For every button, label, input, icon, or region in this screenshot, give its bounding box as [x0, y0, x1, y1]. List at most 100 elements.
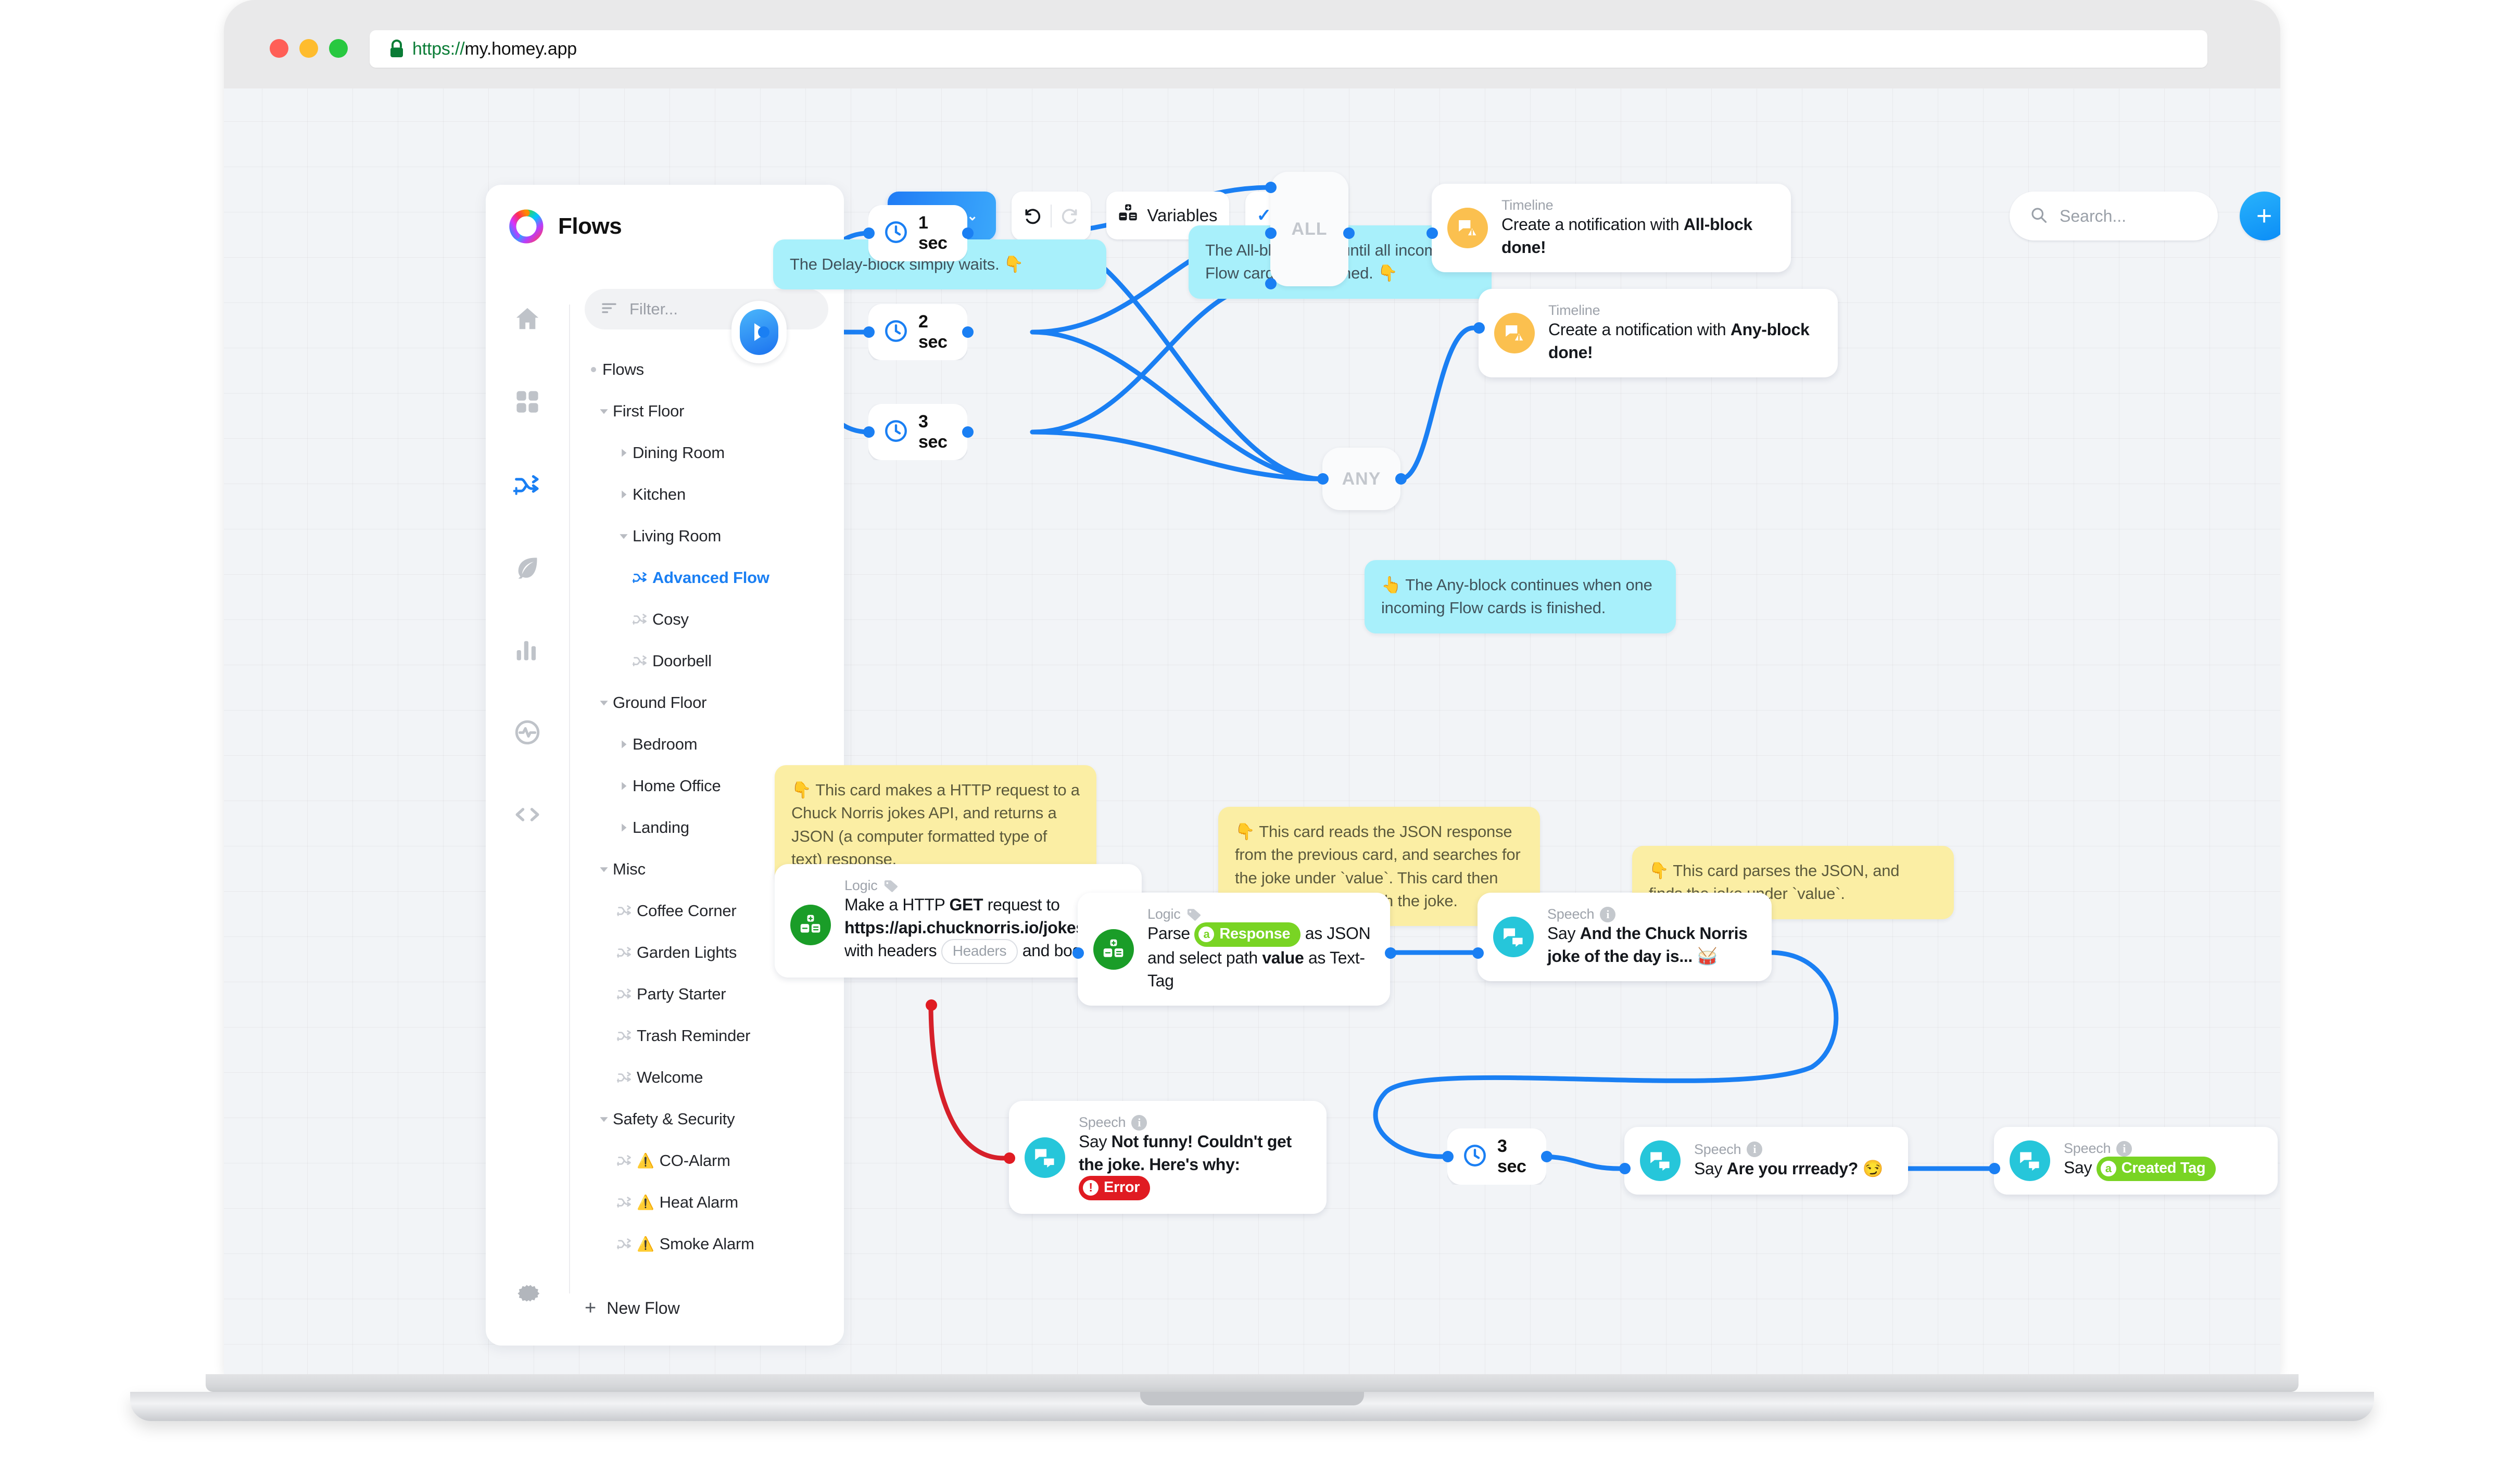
chevron-down-icon[interactable]	[595, 404, 613, 418]
sidebar-item-label: Flows	[602, 360, 644, 378]
flow-card-speech-ready[interactable]: Speech i Say Are you rrready? 😏	[1624, 1127, 1908, 1195]
card-text: Create a notification with Any-block don…	[1548, 320, 1810, 362]
search-placeholder: Search...	[2060, 206, 2127, 225]
chevron-right-icon[interactable]	[615, 446, 633, 460]
info-icon[interactable]: i	[2116, 1140, 2132, 1157]
sidebar-item-pulse[interactable]	[511, 716, 544, 749]
check-icon: ✓	[1256, 206, 1272, 225]
card-type-label: Timeline	[1548, 302, 1600, 318]
sidebar-item-devices[interactable]	[511, 385, 544, 418]
flow-start-node[interactable]	[731, 301, 787, 363]
chevron-right-icon[interactable]	[615, 821, 633, 834]
sidebar-item-dining-room[interactable]: Dining Room	[585, 432, 844, 474]
sidebar-item-co-alarm[interactable]: ⚠️ CO-Alarm	[585, 1140, 844, 1182]
card-text: Create a notification with All-block don…	[1501, 215, 1752, 257]
chevron-down-icon[interactable]	[615, 529, 633, 543]
sidebar-item-label: Bedroom	[633, 735, 698, 753]
sidebar-item-party-starter[interactable]: Party Starter	[585, 973, 844, 1015]
undo-button[interactable]	[1015, 206, 1051, 226]
flow-icon	[615, 985, 637, 1003]
flow-card-speech-error[interactable]: Speech i Say Not funny! Couldn't get the …	[1009, 1101, 1327, 1214]
homey-ring-logo	[509, 209, 544, 244]
sidebar-item-first-floor[interactable]: First Floor	[585, 390, 844, 432]
search-icon	[2029, 206, 2048, 227]
info-icon[interactable]: i	[1747, 1141, 1763, 1158]
sidebar-item-welcome[interactable]: Welcome	[585, 1057, 844, 1098]
flow-card-timeline-all[interactable]: Timeline Create a notification with All-…	[1432, 184, 1791, 273]
sidebar-item-doorbell[interactable]: Doorbell	[585, 640, 844, 682]
delay-card-2sec[interactable]: 2 sec	[868, 304, 967, 360]
sidebar-item-code[interactable]	[511, 798, 544, 831]
argument-chip-headers[interactable]: Headers	[941, 939, 1018, 965]
window-close-button[interactable]	[270, 39, 288, 58]
speech-icon	[1493, 917, 1534, 958]
chevron-right-icon[interactable]	[615, 779, 633, 793]
variables-button[interactable]: Variables	[1106, 192, 1229, 239]
chevron-down-icon[interactable]	[595, 696, 613, 709]
sidebar-item-living-room[interactable]: Living Room	[585, 515, 844, 557]
flow-card-parse-json[interactable]: Logic Parse a Response as JSON and select…	[1078, 893, 1390, 1006]
sidebar-item-bedroom[interactable]: Bedroom	[585, 724, 844, 765]
gate-all[interactable]: ALL	[1270, 172, 1348, 286]
delay-card-3sec-bottom[interactable]: 3 sec	[1447, 1128, 1546, 1185]
tag-icon	[1186, 908, 1202, 921]
error-pill[interactable]: ! Error	[1079, 1176, 1151, 1201]
sidebar-item-heat-alarm[interactable]: ⚠️ Heat Alarm	[585, 1182, 844, 1223]
timeline-notification-icon	[1447, 208, 1488, 249]
sidebar-item-landing[interactable]: Landing	[585, 807, 844, 848]
sidebar-item-kitchen[interactable]: Kitchen	[585, 474, 844, 515]
sidebar-item-safety-security[interactable]: Safety & Security	[585, 1098, 844, 1140]
sidebar-item-insights[interactable]	[511, 633, 544, 667]
sidebar-item-home-office[interactable]: Home Office	[585, 765, 844, 807]
sidebar-item-energy[interactable]	[511, 551, 544, 584]
warning-icon: ⚠️	[637, 1236, 654, 1252]
sidebar-item-label: Dining Room	[633, 443, 725, 462]
delay-card-3sec[interactable]: 3 sec	[868, 404, 967, 460]
tag-pill-created-tag[interactable]: a Created Tag	[2096, 1157, 2216, 1182]
chevron-right-icon[interactable]	[615, 488, 633, 501]
chevron-right-icon[interactable]	[615, 738, 633, 751]
gate-any[interactable]: ANY	[1322, 448, 1400, 510]
sidebar-item-smoke-alarm[interactable]: ⚠️ Smoke Alarm	[585, 1223, 844, 1265]
redo-button[interactable]	[1052, 206, 1087, 226]
sidebar-item-home[interactable]	[511, 302, 544, 335]
sidebar-item-flows[interactable]: Flows	[585, 349, 844, 390]
sidebar-item-advanced-flow[interactable]: Advanced Flow	[585, 557, 844, 599]
sidebar-item-label: Safety & Security	[613, 1110, 735, 1128]
chevron-down-icon[interactable]	[595, 863, 613, 876]
flow-card-timeline-any[interactable]: Timeline Create a notification with Any-…	[1479, 289, 1838, 378]
sidebar-item-label: First Floor	[613, 402, 685, 420]
new-flow-button[interactable]: + New Flow	[585, 1297, 680, 1320]
sidebar-item-flows[interactable]	[511, 468, 544, 502]
window-minimize-button[interactable]	[299, 39, 318, 58]
settings-button[interactable]	[511, 1277, 544, 1310]
icon-rail	[486, 271, 569, 1346]
flow-card-speech-created-tag[interactable]: Speech i Say a Created Tag	[1994, 1127, 2278, 1195]
delay-card-1sec[interactable]: 1 sec	[868, 205, 967, 261]
url-host: my.homey.app	[464, 39, 577, 59]
clock-icon	[883, 418, 909, 447]
search-input[interactable]: Search...	[2010, 192, 2218, 240]
tag-pill-response[interactable]: a Response	[1194, 922, 1301, 947]
flow-icon	[615, 1027, 637, 1045]
flow-icon	[615, 944, 637, 961]
filter-input[interactable]: Filter...	[585, 289, 828, 329]
flow-card-speech-joke[interactable]: Speech i Say And the Chuck Norris joke of…	[1478, 893, 1772, 982]
sidebar-item-trash-reminder[interactable]: Trash Reminder	[585, 1015, 844, 1057]
url-text: https://my.homey.app	[412, 39, 577, 59]
address-bar[interactable]: https://my.homey.app	[370, 30, 2207, 68]
lock-icon	[388, 39, 405, 59]
card-type-label: Speech i	[1694, 1141, 1883, 1158]
info-icon[interactable]: i	[1131, 1114, 1147, 1131]
window-maximize-button[interactable]	[329, 39, 348, 58]
play-icon	[740, 309, 778, 355]
sidebar-item-label: Landing	[633, 818, 689, 836]
chevron-down-icon[interactable]	[595, 1112, 613, 1126]
sidebar-item-label: Garden Lights	[637, 943, 737, 961]
sidebar-item-cosy[interactable]: Cosy	[585, 599, 844, 640]
card-type-label: Timeline	[1501, 197, 1554, 213]
laptop-base-notch	[1140, 1392, 1364, 1405]
sidebar-item-ground-floor[interactable]: Ground Floor	[585, 682, 844, 724]
sidebar-panel: Flows Filter... Flows First Floor Dining…	[486, 185, 844, 1346]
info-icon[interactable]: i	[1600, 906, 1616, 922]
